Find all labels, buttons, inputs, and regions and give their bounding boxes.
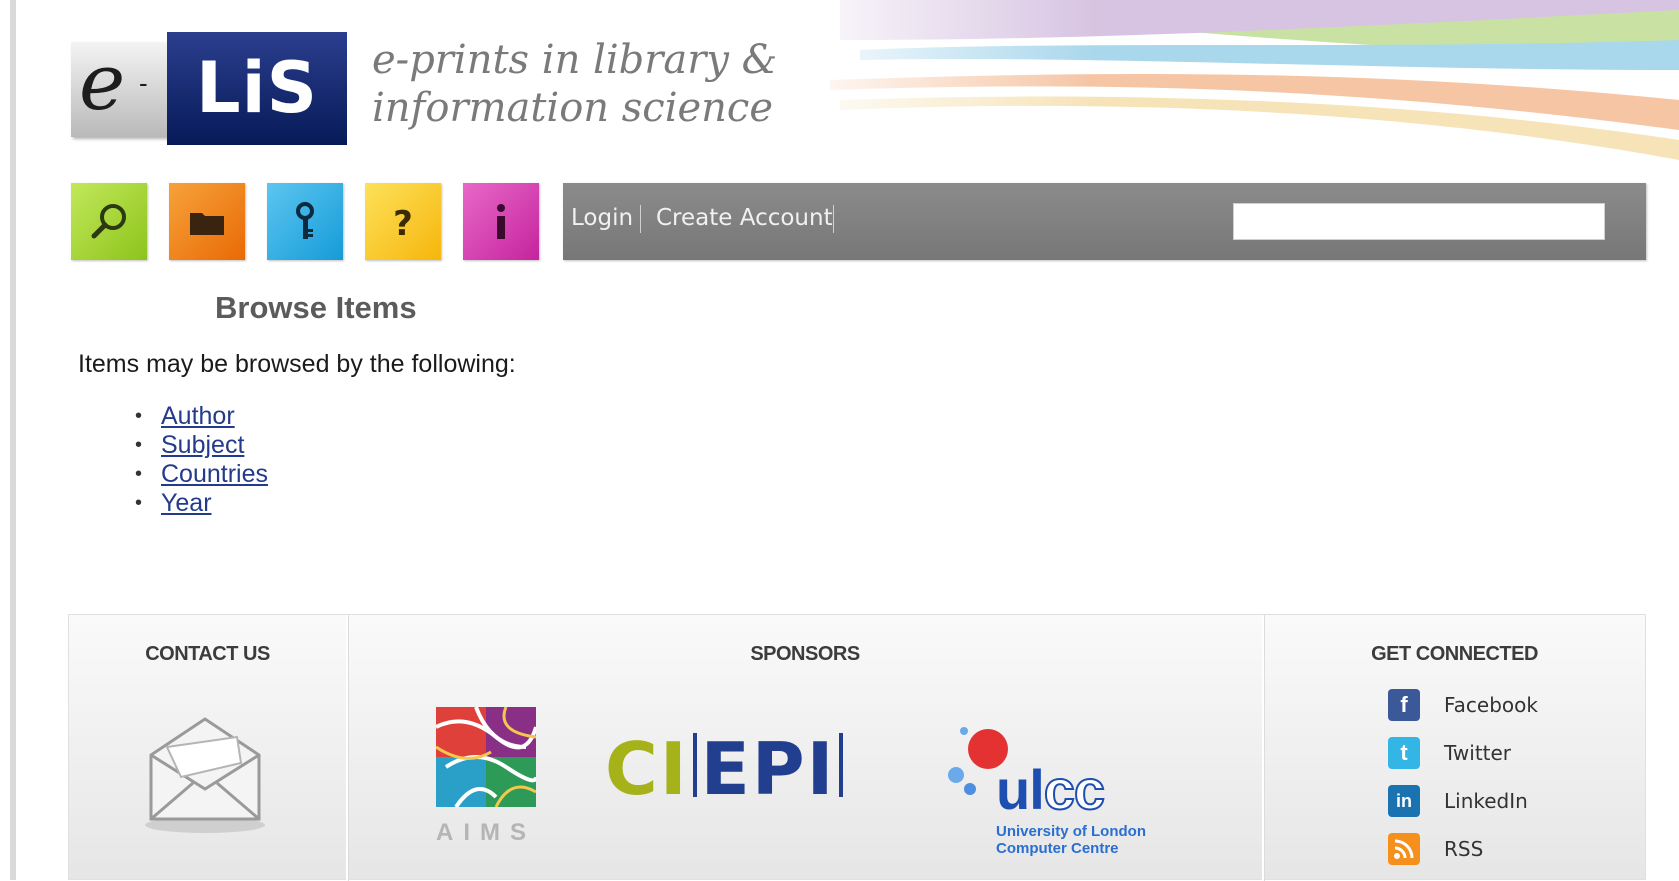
- nav-info-tile[interactable]: [463, 183, 539, 260]
- list-item: • Countries: [135, 460, 268, 489]
- svg-text:?: ?: [393, 204, 413, 244]
- ciepi-divider: [692, 733, 697, 797]
- browse-by-year-link[interactable]: Year: [161, 489, 212, 517]
- nav-help-tile[interactable]: ?: [365, 183, 441, 260]
- linkedin-label: LinkedIn: [1444, 789, 1528, 813]
- get-connected-heading: GET CONNECTED: [1371, 643, 1538, 665]
- sponsors-heading: SPONSORS: [750, 643, 860, 665]
- browse-intro-text: Items may be browsed by the following:: [78, 350, 516, 378]
- ulcc-l: l: [1029, 758, 1045, 821]
- list-item: • Year: [135, 489, 268, 518]
- site-footer: CONTACT US SPONSORS AIMS CI EPI ulcc Uni…: [68, 614, 1646, 881]
- facebook-label: Facebook: [1444, 693, 1538, 717]
- logo-e-block: e -: [71, 42, 171, 137]
- bullet: •: [135, 492, 143, 514]
- login-link[interactable]: Login: [571, 183, 633, 253]
- tagline-line-2: information science: [372, 85, 773, 131]
- top-nav-bar: Login Create Account: [563, 183, 1646, 260]
- ciepi-epi-text: EPI: [700, 727, 836, 811]
- rss-icon: [1388, 833, 1420, 865]
- key-icon: [296, 201, 314, 239]
- left-border: [10, 0, 16, 880]
- contact-column: CONTACT US: [69, 615, 348, 881]
- aims-sponsor-logo[interactable]: AIMS: [435, 706, 538, 852]
- nav-login-tile[interactable]: [267, 183, 343, 260]
- nav-separator: [833, 205, 834, 233]
- list-item: • Author: [135, 402, 268, 431]
- ulcc-subtitle: University of London Computer Centre: [996, 823, 1146, 857]
- browse-options-list: • Author • Subject • Countries • Year: [135, 402, 268, 518]
- ulcc-sponsor-logo[interactable]: ulcc University of London Computer Centr…: [942, 723, 1182, 857]
- bullet: •: [135, 405, 143, 427]
- header-ribbon-graphic: [780, 0, 1679, 170]
- aims-mosaic-graphic: [435, 706, 538, 809]
- magnifier-icon: [91, 203, 126, 238]
- site-tagline: e-prints in library & information scienc…: [372, 36, 802, 132]
- nav-search-tile[interactable]: [71, 183, 147, 260]
- linkedin-icon: in: [1388, 785, 1420, 817]
- list-item: • Subject: [135, 431, 268, 460]
- rss-label: RSS: [1444, 837, 1484, 861]
- nav-separator: [640, 205, 641, 233]
- ciepi-divider: [839, 733, 844, 797]
- bullet: •: [135, 463, 143, 485]
- browse-by-author-link[interactable]: Author: [161, 402, 235, 430]
- ulcc-wordmark: ulcc: [996, 757, 1106, 822]
- browse-by-countries-link[interactable]: Countries: [161, 460, 268, 488]
- twitter-icon: t: [1388, 737, 1420, 769]
- create-account-link[interactable]: Create Account: [656, 183, 833, 253]
- sponsors-column: SPONSORS AIMS CI EPI ulcc University of …: [348, 615, 1264, 881]
- page-title: Browse Items: [215, 290, 417, 325]
- facebook-icon: f: [1388, 689, 1420, 721]
- aims-label: AIMS: [436, 819, 536, 846]
- get-connected-column: GET CONNECTED f Facebook t Twitter in Li…: [1264, 615, 1645, 881]
- info-icon: [497, 203, 505, 239]
- bullet: •: [135, 434, 143, 456]
- ulcc-cc: cc: [1043, 757, 1106, 822]
- site-search-input[interactable]: [1233, 203, 1605, 240]
- contact-heading: CONTACT US: [145, 643, 270, 665]
- elis-logo[interactable]: e - LiS: [71, 32, 348, 145]
- ulcc-subtitle-line-2: Computer Centre: [996, 840, 1119, 857]
- logo-lis-block: LiS: [167, 32, 347, 145]
- browse-by-subject-link[interactable]: Subject: [161, 431, 244, 459]
- logo-dash: -: [139, 68, 148, 98]
- envelope-icon[interactable]: [141, 707, 269, 837]
- facebook-link[interactable]: f Facebook: [1264, 685, 1645, 725]
- logo-e-letter: e: [79, 38, 126, 128]
- twitter-link[interactable]: t Twitter: [1264, 733, 1645, 773]
- ulcc-subtitle-line-1: University of London: [996, 823, 1146, 840]
- ciepi-ci-text: CI: [605, 727, 689, 811]
- linkedin-link[interactable]: in LinkedIn: [1264, 781, 1645, 821]
- tagline-line-1: e-prints in library &: [372, 37, 778, 83]
- folder-icon: [190, 212, 224, 235]
- rss-link[interactable]: RSS: [1264, 829, 1645, 869]
- twitter-label: Twitter: [1444, 741, 1512, 765]
- ciepi-sponsor-logo[interactable]: CI EPI: [605, 733, 847, 805]
- question-icon: ?: [393, 204, 413, 244]
- nav-browse-tile[interactable]: [169, 183, 245, 260]
- ulcc-u: u: [996, 758, 1030, 821]
